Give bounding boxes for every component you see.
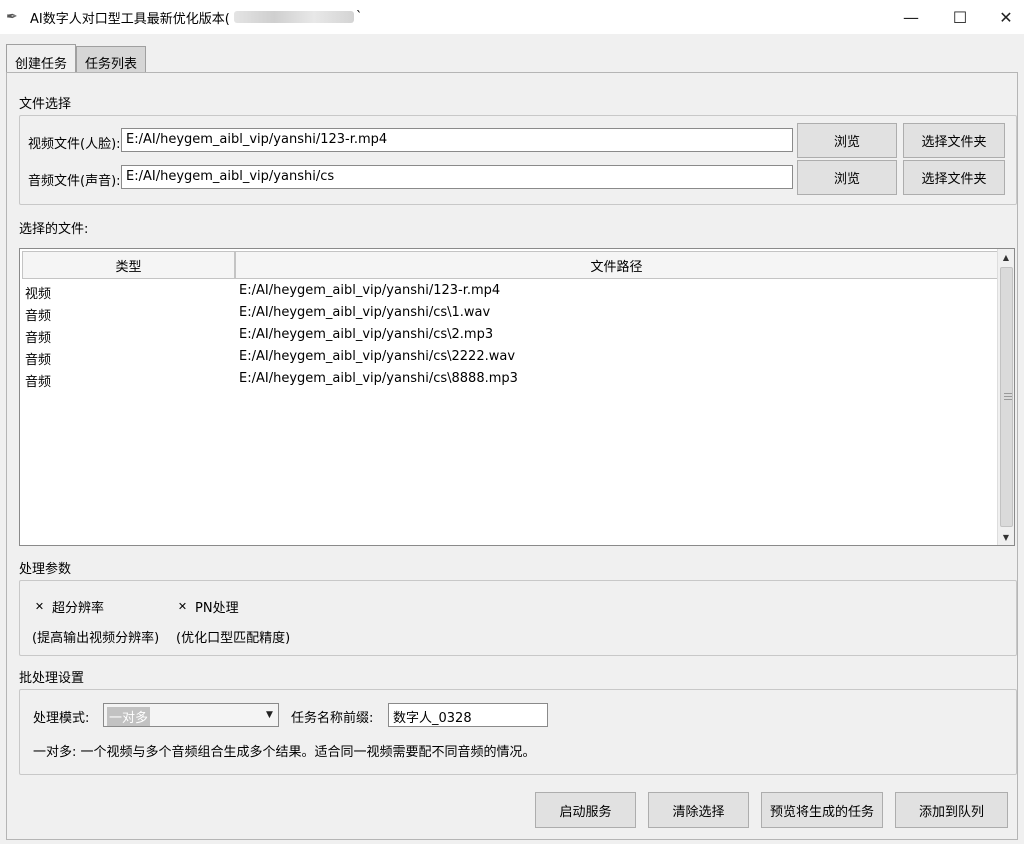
- row-path: E:/AI/heygem_aibl_vip/yanshi/cs\2.mp3: [239, 327, 494, 342]
- table-row[interactable]: 音频 E:/AI/heygem_aibl_vip/yanshi/cs\8888.…: [22, 368, 998, 390]
- browse-video-button[interactable]: 浏览: [797, 123, 897, 158]
- preview-tasks-button[interactable]: 预览将生成的任务: [761, 792, 883, 828]
- chevron-down-icon[interactable]: ▼: [261, 704, 278, 726]
- selected-files-heading: 选择的文件:: [19, 222, 89, 237]
- scroll-thumb[interactable]: [1000, 267, 1013, 527]
- title-bar: ✒ AI数字人对口型工具最新优化版本( `: [0, 0, 1024, 34]
- row-type: 音频: [25, 375, 52, 390]
- vertical-scrollbar[interactable]: ▲ ▼: [997, 249, 1014, 545]
- scroll-up-icon[interactable]: ▲: [998, 249, 1014, 265]
- maximize-icon[interactable]: ☐: [937, 0, 983, 34]
- audio-file-input[interactable]: E:/AI/heygem_aibl_vip/yanshi/cs: [121, 165, 793, 189]
- row-path: E:/AI/heygem_aibl_vip/yanshi/cs\2222.wav: [239, 349, 516, 364]
- select-audio-folder-button[interactable]: 选择文件夹: [903, 160, 1005, 195]
- pn-processing-label: PN处理: [195, 601, 239, 616]
- grip-line: [1004, 399, 1012, 400]
- mode-value: 一对多: [107, 707, 151, 726]
- table-row[interactable]: 音频 E:/AI/heygem_aibl_vip/yanshi/cs\2.mp3: [22, 324, 998, 346]
- prefix-label: 任务名称前缀:: [291, 711, 374, 726]
- grip-line: [1004, 396, 1012, 397]
- window-title-suffix: `: [355, 9, 363, 25]
- super-resolution-desc: (提高输出视频分辨率): [32, 631, 160, 646]
- scroll-down-icon[interactable]: ▼: [998, 529, 1014, 545]
- close-icon[interactable]: ✕: [983, 0, 1024, 34]
- table-row[interactable]: 音频 E:/AI/heygem_aibl_vip/yanshi/cs\2222.…: [22, 346, 998, 368]
- window-title: AI数字人对口型工具最新优化版本(: [30, 11, 230, 27]
- minimize-icon[interactable]: —: [888, 0, 934, 34]
- params-group: [19, 580, 1017, 656]
- checkbox-checked-icon: ✕: [177, 600, 188, 613]
- browse-audio-button[interactable]: 浏览: [797, 160, 897, 195]
- column-header-type[interactable]: 类型: [22, 251, 235, 279]
- super-resolution-label: 超分辨率: [52, 601, 105, 616]
- blurred-title-segment: [233, 11, 354, 23]
- row-type: 音频: [25, 353, 52, 368]
- column-header-path[interactable]: 文件路径: [235, 251, 998, 279]
- select-video-folder-button[interactable]: 选择文件夹: [903, 123, 1005, 158]
- tab-task-list[interactable]: 任务列表: [76, 46, 147, 72]
- grip-line: [1004, 393, 1012, 394]
- checkbox-checked-icon: ✕: [34, 600, 45, 613]
- batch-group: [19, 689, 1017, 775]
- video-file-label: 视频文件(人脸):: [28, 137, 121, 152]
- params-heading: 处理参数: [19, 562, 72, 577]
- selected-files-table[interactable]: 类型 文件路径 视频 E:/AI/heygem_aibl_vip/yanshi/…: [19, 248, 1015, 546]
- pn-processing-desc: (优化口型匹配精度): [176, 631, 291, 646]
- start-service-button[interactable]: 启动服务: [535, 792, 636, 828]
- table-row[interactable]: 视频 E:/AI/heygem_aibl_vip/yanshi/123-r.mp…: [22, 280, 998, 302]
- row-path: E:/AI/heygem_aibl_vip/yanshi/cs\8888.mp3: [239, 371, 518, 386]
- pn-processing-checkbox[interactable]: ✕ PN处理: [176, 597, 239, 616]
- row-path: E:/AI/heygem_aibl_vip/yanshi/cs\1.wav: [239, 305, 491, 320]
- feather-icon: ✒: [6, 9, 18, 25]
- row-type: 视频: [25, 287, 52, 302]
- table-row[interactable]: 音频 E:/AI/heygem_aibl_vip/yanshi/cs\1.wav: [22, 302, 998, 324]
- add-to-queue-button[interactable]: 添加到队列: [895, 792, 1008, 828]
- super-resolution-checkbox[interactable]: ✕ 超分辨率: [33, 597, 104, 616]
- mode-description: 一对多: 一个视频与多个音频组合生成多个结果。适合同一视频需要配不同音频的情况。: [33, 745, 536, 760]
- row-path: E:/AI/heygem_aibl_vip/yanshi/123-r.mp4: [239, 283, 501, 298]
- row-type: 音频: [25, 309, 52, 324]
- clear-selection-button[interactable]: 清除选择: [648, 792, 749, 828]
- audio-file-label: 音频文件(声音):: [28, 174, 121, 189]
- mode-label: 处理模式:: [33, 711, 90, 726]
- task-prefix-input[interactable]: 数字人_0328: [388, 703, 548, 727]
- tab-bar: 创建任务 任务列表: [6, 44, 147, 72]
- file-select-heading: 文件选择: [19, 97, 72, 112]
- video-file-input[interactable]: E:/AI/heygem_aibl_vip/yanshi/123-r.mp4: [121, 128, 793, 152]
- tab-create-task[interactable]: 创建任务: [6, 44, 77, 72]
- mode-select[interactable]: 一对多 ▼: [103, 703, 279, 727]
- row-type: 音频: [25, 331, 52, 346]
- batch-heading: 批处理设置: [19, 671, 85, 686]
